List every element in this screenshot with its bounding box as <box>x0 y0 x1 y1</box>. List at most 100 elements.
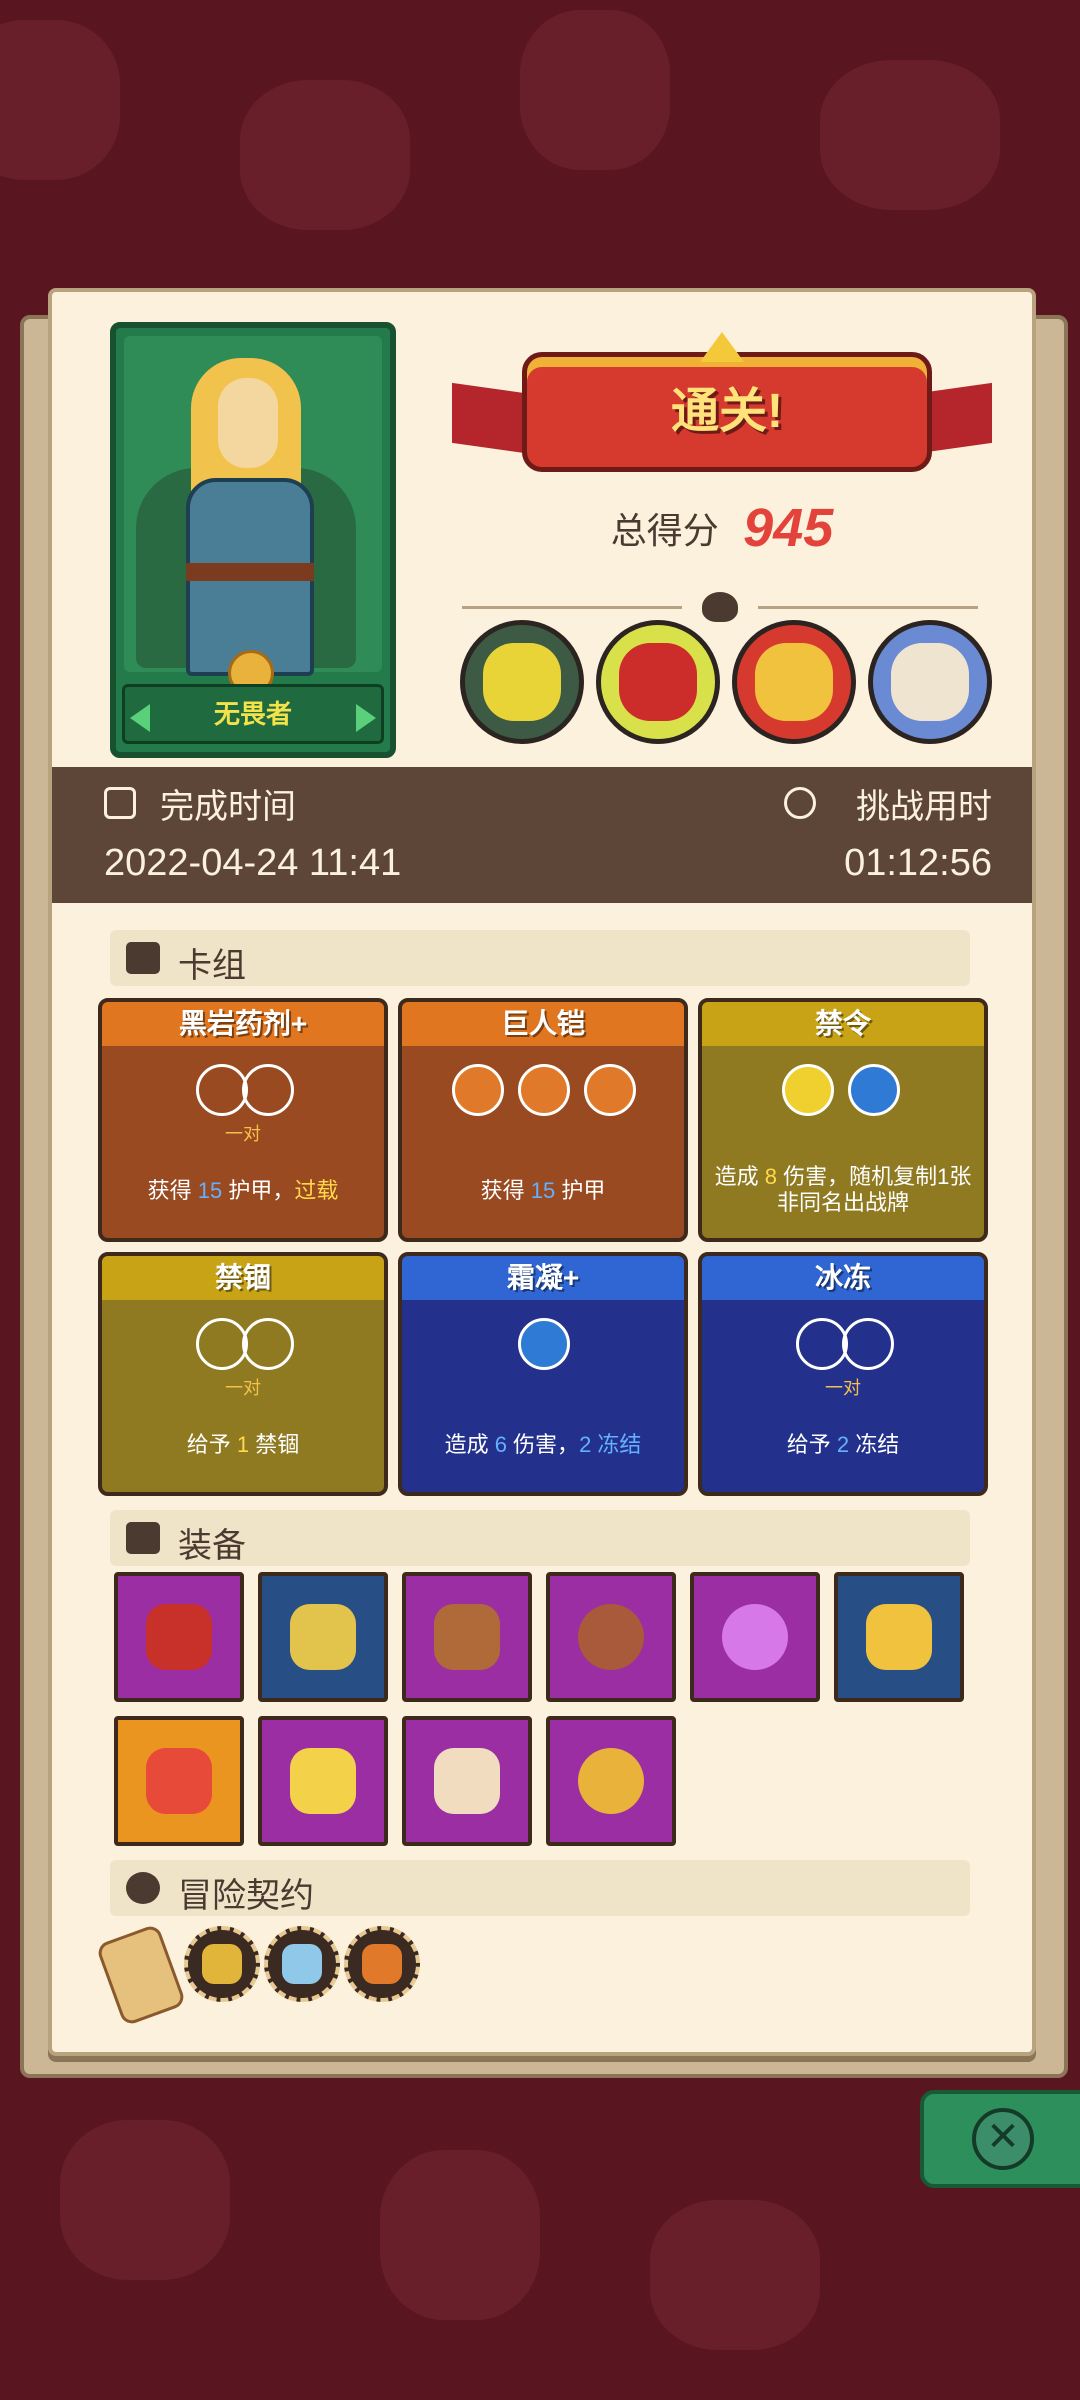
card-name: 禁令 <box>702 1002 984 1046</box>
duration-value: 01:12:56 <box>844 842 992 884</box>
card-ban-order[interactable]: 禁令 造成 8 伤害，随机复制1张非同名出战牌 <box>698 998 988 1242</box>
rock-slot-icon <box>518 1064 570 1116</box>
armor-value: 15 <box>197 1178 223 1203</box>
duration-label: 挑战用时 <box>856 788 992 826</box>
equip-art <box>578 1748 644 1814</box>
card-name: 巨人铠 <box>402 1002 684 1046</box>
ribbon-banner: 通关! <box>522 352 932 472</box>
crown-icon <box>700 332 744 362</box>
cards-icon <box>126 942 160 974</box>
desc-text: 禁锢 <box>249 1432 300 1457</box>
card-imprison[interactable]: 禁锢 一对 给予 1 禁锢 <box>98 1252 388 1496</box>
phoenix-feather-icon[interactable] <box>114 1716 244 1846</box>
damage-value: 6 <box>494 1432 507 1457</box>
boss-red-demon-art <box>619 643 697 721</box>
score-row: 总得分 945 <box>452 497 992 559</box>
water-slot-icon <box>518 1318 570 1370</box>
equip-art <box>146 1748 212 1814</box>
cheese-wedge-icon[interactable] <box>258 1716 388 1846</box>
desc-text: 造成 <box>714 1164 765 1189</box>
close-icon[interactable]: ✕ <box>972 2108 1034 2170</box>
pair-label: 一对 <box>225 1124 261 1144</box>
divider-line-right <box>758 606 978 609</box>
emerald-ring-icon[interactable] <box>546 1716 676 1846</box>
purple-potion-icon[interactable] <box>690 1572 820 1702</box>
ice-tag-contract-icon[interactable] <box>264 1926 340 2002</box>
treasure-island-icon[interactable] <box>834 1572 964 1702</box>
next-hero-arrow-icon[interactable] <box>356 704 376 732</box>
score-value: 945 <box>743 498 834 558</box>
card-name: 冰冻 <box>702 1256 984 1300</box>
background-shape <box>240 80 410 230</box>
desc-text: 护甲， <box>222 1178 295 1203</box>
equip-art <box>866 1604 932 1670</box>
background-shape <box>650 2200 820 2350</box>
card-name: 禁锢 <box>102 1256 384 1300</box>
card-description: 造成 6 伤害，2 冻结 <box>408 1432 678 1458</box>
equipment-section-header: 装备 <box>110 1510 970 1566</box>
time-band: 完成时间 2022-04-24 11:41 挑战用时 01:12:56 <box>52 767 1032 903</box>
contract-art <box>282 1944 322 1984</box>
hero-name: 无畏者 <box>122 684 384 744</box>
leather-pauldron-icon[interactable] <box>402 1572 532 1702</box>
card-frost-plus[interactable]: 霜凝+ 造成 6 伤害，2 冻结 <box>398 1252 688 1496</box>
desc-text: 给予 <box>786 1432 837 1457</box>
background-shape <box>520 10 670 170</box>
roast-meat-contract-icon[interactable] <box>344 1926 420 2002</box>
hero-portrait[interactable]: 无畏者 <box>110 322 396 758</box>
hammer-contract-icon[interactable] <box>184 1926 260 2002</box>
skull-icon <box>702 592 738 622</box>
calendar-icon <box>104 787 136 819</box>
red-bracer-icon[interactable] <box>114 1572 244 1702</box>
boss-gold-mask-icon[interactable] <box>732 620 856 744</box>
background-shape <box>820 60 1000 210</box>
card-black-rock-potion[interactable]: 黑岩药剂+ 一对 获得 15 护甲，过载 <box>98 998 388 1242</box>
armor-value: 15 <box>530 1178 556 1203</box>
water-slot-icon <box>848 1064 900 1116</box>
boss-skeleton-king-icon[interactable] <box>868 620 992 744</box>
round-shield-icon[interactable] <box>546 1572 676 1702</box>
boss-skeleton-king-art <box>891 643 969 721</box>
armor-chest-icon[interactable] <box>258 1572 388 1702</box>
boss-red-demon-icon[interactable] <box>596 620 720 744</box>
spiked-meat-icon[interactable] <box>402 1716 532 1846</box>
hero-belt <box>186 563 314 581</box>
equip-art <box>146 1604 212 1670</box>
stopwatch-icon <box>784 787 816 819</box>
contract-art <box>202 1944 242 1984</box>
prev-hero-arrow-icon[interactable] <box>130 704 150 732</box>
slot-empty-icon <box>842 1318 894 1370</box>
close-tab[interactable]: ✕ <box>920 2090 1080 2188</box>
card-giant-armor[interactable]: 巨人铠 获得 15 护甲 <box>398 998 688 1242</box>
card-description: 造成 8 伤害，随机复制1张非同名出战牌 <box>708 1164 978 1216</box>
damage-value: 8 <box>764 1164 777 1189</box>
box-icon <box>126 1522 160 1554</box>
finish-time-value: 2022-04-24 11:41 <box>104 842 402 884</box>
equip-art <box>290 1748 356 1814</box>
finish-time-label: 完成时间 <box>160 788 296 826</box>
result-panel: 无畏者 通关! 总得分 945 完成时间 2022-04-24 11:41 挑战… <box>48 288 1036 2056</box>
card-name: 黑岩药剂+ <box>102 1002 384 1046</box>
overload-keyword: 过载 <box>294 1178 339 1203</box>
card-freeze[interactable]: 冰冻 一对 给予 2 冻结 <box>698 1252 988 1496</box>
divider-line-left <box>462 606 682 609</box>
background-shape <box>380 2150 540 2320</box>
boss-knight-icon[interactable] <box>460 620 584 744</box>
rock-slot-icon <box>452 1064 504 1116</box>
contract-art <box>362 1944 402 1984</box>
background-shape <box>0 20 120 180</box>
card-description: 获得 15 护甲 <box>408 1178 678 1204</box>
equip-art <box>722 1604 788 1670</box>
victory-ribbon: 通关! <box>452 332 992 502</box>
rock-slot-icon <box>584 1064 636 1116</box>
equip-art <box>290 1604 356 1670</box>
pair-label: 一对 <box>225 1378 261 1398</box>
equip-art <box>434 1604 500 1670</box>
slot-empty-icon <box>196 1318 248 1370</box>
freeze-value: 2 冻结 <box>579 1432 642 1457</box>
equipment-title: 装备 <box>178 1527 246 1565</box>
contract-title: 冒险契约 <box>178 1877 314 1915</box>
slot-empty-icon <box>242 1064 294 1116</box>
boss-knight-art <box>483 643 561 721</box>
victory-title: 通关! <box>671 385 783 438</box>
